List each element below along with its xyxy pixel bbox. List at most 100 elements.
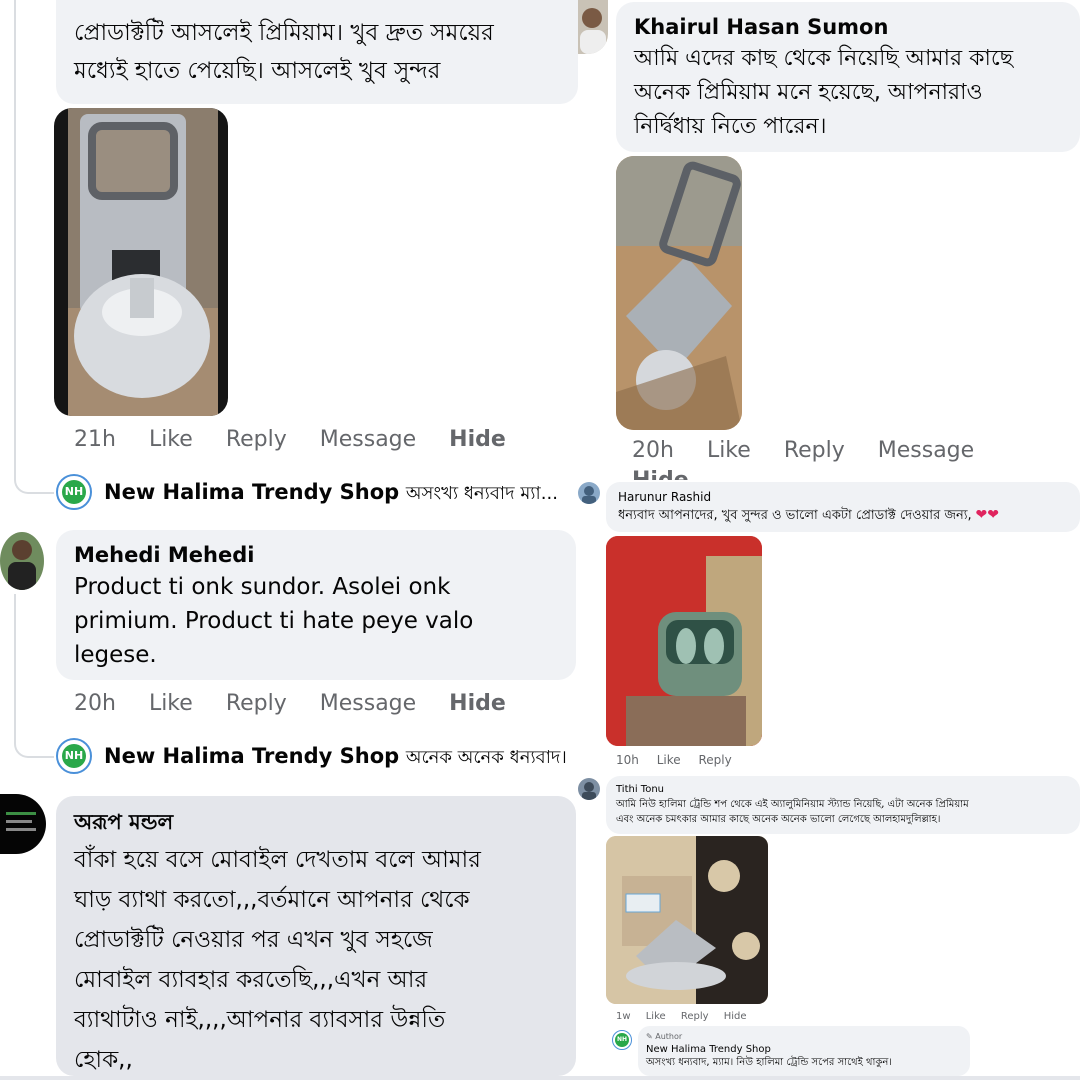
stand-photo[interactable] <box>606 836 768 1004</box>
shop-reply-text: অসংখ্য ধন্যবাদ, ম্যাম। নিউ হালিমা ট্রেন্… <box>646 1057 892 1068</box>
comment-bubble: প্রোডাক্টটি আসলেই প্রিমিয়াম। খুব দ্রুত … <box>56 0 578 104</box>
shop-avatar[interactable]: NH <box>56 738 92 774</box>
shop-name[interactable]: New Halima Trendy Shop <box>104 744 399 768</box>
shop-name[interactable]: New Halima Trendy Shop <box>104 480 399 504</box>
comment-text-line: নির্দ্বিধায় নিতে পারেন। <box>634 114 827 139</box>
avatar[interactable] <box>578 0 608 54</box>
reply-link[interactable]: Reply <box>226 427 287 452</box>
comment-time[interactable]: 1w <box>616 1011 631 1022</box>
reply-link[interactable]: Reply <box>698 753 731 767</box>
comment-text-line: ব্যাথাটাও নাই,,,,আপনার ব্যাবসার উন্নতি <box>74 1007 446 1033</box>
shop-reply-bubble: ✎ Author New Halima Trendy Shop অসংখ্য ধ… <box>638 1026 970 1076</box>
panel-divider <box>0 1076 1080 1080</box>
comment-text-line: primium. Product ti hate peye valo <box>74 608 474 634</box>
bottom-left-comment-panel: অরূপ মন্ডল বাঁকা হয়ে বসে মোবাইল দেখতাম … <box>0 790 578 1080</box>
stand-photo[interactable] <box>54 108 228 416</box>
hide-link[interactable]: Hide <box>449 691 506 716</box>
comment-text-line: Product ti onk sundor. Asolei onk <box>74 574 451 600</box>
comment-bubble: Mehedi Mehedi Product ti onk sundor. Aso… <box>56 530 576 680</box>
user-photo-icon <box>580 8 606 54</box>
top-right-comment-panel: Khairul Hasan Sumon আমি এদের কাছ থেকে নি… <box>578 0 1080 480</box>
comment-time[interactable]: 20h <box>74 691 116 716</box>
heart-emoji: ❤❤ <box>975 507 999 523</box>
comment-actions: 20h Like Reply Message Hide <box>632 436 1080 480</box>
like-link[interactable]: Like <box>707 438 751 463</box>
phone-stand-image <box>606 836 768 1004</box>
shop-logo-icon: NH <box>62 744 86 768</box>
phone-stand-image <box>616 156 742 430</box>
comment-bubble: Tithi Tonu আমি নিউ হালিমা ট্রেন্ডি শপ থে… <box>606 776 1080 834</box>
user-photo-icon <box>582 486 596 504</box>
author-badge: ✎ Author <box>646 1030 962 1043</box>
message-link[interactable]: Message <box>320 427 416 452</box>
comment-text-line: এবং অনেক চমৎকার আমার কাছে অনেক অনেক ভালো… <box>616 814 941 825</box>
comment-text: ধন্যবাদ আপনাদের, খুব সুন্দর ও ভালো একটা … <box>618 508 972 523</box>
comment-text-line: legese. <box>74 642 157 668</box>
comment-bubble: অরূপ মন্ডল বাঁকা হয়ে বসে মোবাইল দেখতাম … <box>56 796 576 1076</box>
like-link[interactable]: Like <box>149 427 193 452</box>
comment-time[interactable]: 20h <box>632 438 674 463</box>
thread-line <box>14 0 16 470</box>
hide-link[interactable]: Hide <box>449 427 506 452</box>
mid-right-comment-panel: Harunur Rashid ধন্যবাদ আপনাদের, খুব সুন্… <box>578 480 1080 772</box>
message-link[interactable]: Message <box>878 438 974 463</box>
earbuds-photo[interactable] <box>606 536 762 746</box>
comment-text-line: বাঁকা হয়ে বসে মোবাইল দেখতাম বলে আমার <box>74 847 481 873</box>
comment-text-line: অনেক প্রিমিয়াম মনে হয়েছে, আপনারাও <box>634 80 983 105</box>
shop-reply-text: অসংখ্য ধন্যবাদ ম্যা... <box>405 483 558 504</box>
comment-text-line: আমি নিউ হালিমা ট্রেন্ডি শপ থেকে এই অ্যাল… <box>616 799 969 810</box>
comment-text-line: মধ্যেই হাতে পেয়েছি। আসলেই খুব সুন্দর <box>74 58 441 84</box>
commenter-name[interactable]: Tithi Tonu <box>616 782 1070 797</box>
user-photo-icon <box>6 812 36 831</box>
comment-bubble: Harunur Rashid ধন্যবাদ আপনাদের, খুব সুন্… <box>606 482 1080 532</box>
avatar[interactable] <box>578 778 600 800</box>
shop-avatar[interactable]: NH <box>56 474 92 510</box>
avatar[interactable] <box>0 794 46 854</box>
comment-text-line: আমি এদের কাছ থেকে নিয়েছি আমার কাছে <box>634 46 1014 71</box>
avatar[interactable] <box>578 482 600 504</box>
user-photo-icon <box>582 782 596 800</box>
stand-photo[interactable] <box>616 156 742 430</box>
like-link[interactable]: Like <box>646 1011 666 1022</box>
like-link[interactable]: Like <box>657 753 681 767</box>
bottom-right-comment-panel: Tithi Tonu আমি নিউ হালিমা ট্রেন্ডি শপ থে… <box>578 772 1080 1080</box>
pencil-icon: ✎ <box>646 1032 653 1041</box>
top-left-comment-panel: প্রোডাক্টটি আসলেই প্রিমিয়াম। খুব দ্রুত … <box>0 0 578 518</box>
phone-stand-image <box>68 108 218 416</box>
hide-link[interactable]: Hide <box>724 1011 747 1022</box>
reply-link[interactable]: Reply <box>784 438 845 463</box>
comment-actions: 10h Like Reply <box>616 752 758 768</box>
like-link[interactable]: Like <box>149 691 193 716</box>
shop-name[interactable]: New Halima Trendy Shop <box>646 1043 962 1056</box>
shop-logo-icon: NH <box>615 1033 629 1047</box>
shop-reply-row: New Halima Trendy Shop অনেক অনেক ধন্যবাদ… <box>104 742 574 772</box>
reply-link[interactable]: Reply <box>681 1011 709 1022</box>
mid-left-comment-panel: Mehedi Mehedi Product ti onk sundor. Aso… <box>0 524 578 784</box>
avatar[interactable] <box>0 532 44 590</box>
comment-bubble: Khairul Hasan Sumon আমি এদের কাছ থেকে নি… <box>616 2 1080 152</box>
commenter-name[interactable]: Mehedi Mehedi <box>74 540 558 570</box>
comment-time[interactable]: 21h <box>74 427 116 452</box>
comment-text-line: মোবাইল ব্যাবহার করতেছি,,,এখন আর <box>74 967 428 993</box>
shop-logo-icon: NH <box>62 480 86 504</box>
comment-text-line: প্রোডাক্টটি নেওয়ার পর এখন খুব সহজে <box>74 927 433 953</box>
commenter-name[interactable]: Khairul Hasan Sumon <box>634 12 1062 42</box>
comment-text-line: হোক,, <box>74 1047 133 1073</box>
reply-link[interactable]: Reply <box>226 691 287 716</box>
message-link[interactable]: Message <box>320 691 416 716</box>
commenter-name[interactable]: Harunur Rashid <box>618 488 1068 506</box>
shop-avatar[interactable]: NH <box>612 1030 632 1050</box>
author-label: Author <box>655 1032 683 1041</box>
commenter-name[interactable]: অরূপ মন্ডল <box>74 804 558 840</box>
comment-actions: 1w Like Reply Hide <box>616 1010 773 1024</box>
comment-actions: 20h Like Reply Message Hide <box>74 688 532 720</box>
thread-curve <box>14 468 54 494</box>
comment-time[interactable]: 10h <box>616 753 639 767</box>
comment-text-line: প্রোডাক্টটি আসলেই প্রিমিয়াম। খুব দ্রুত … <box>74 20 494 46</box>
thread-line <box>14 594 16 734</box>
user-photo-icon <box>8 540 36 590</box>
comment-text-line: ঘাড় ব্যাথা করতো,,,বর্তমানে আপনার থেকে <box>74 887 470 913</box>
comment-actions: 21h Like Reply Message Hide <box>74 424 532 456</box>
thread-curve <box>14 732 54 758</box>
hide-link[interactable]: Hide <box>632 468 689 480</box>
